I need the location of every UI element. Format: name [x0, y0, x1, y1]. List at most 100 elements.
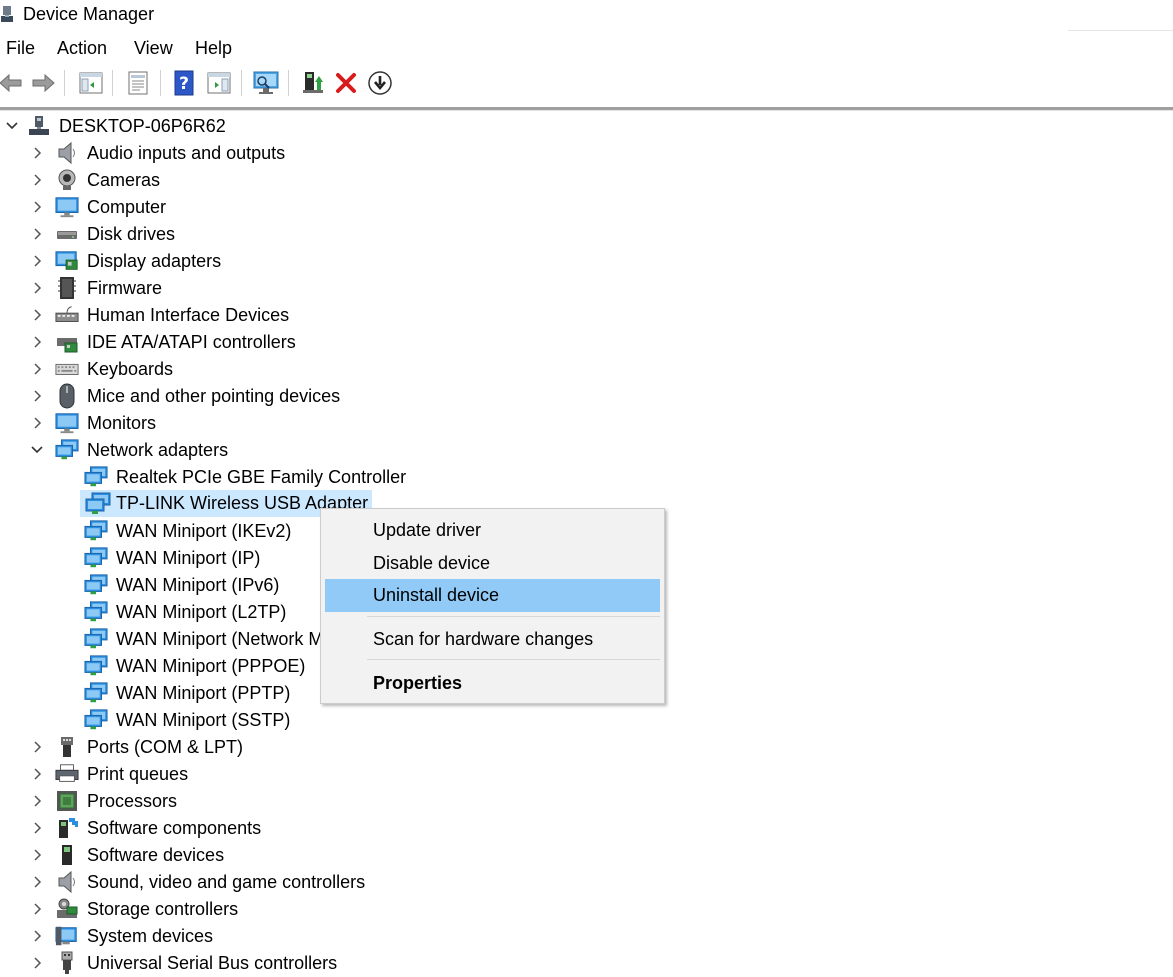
tree-root-label: DESKTOP-06P6R62	[59, 116, 226, 136]
tree-device-item[interactable]: WAN Miniport (Network Monitor)	[0, 625, 374, 652]
back-icon[interactable]	[0, 68, 26, 98]
tree-device-label: Realtek PCIe GBE Family Controller	[116, 467, 407, 487]
chevron-right-icon[interactable]	[30, 389, 44, 403]
menu-help[interactable]: Help	[195, 38, 232, 59]
chevron-right-icon[interactable]	[30, 281, 44, 295]
tree-device-item[interactable]: WAN Miniport (L2TP)	[0, 598, 320, 625]
tree-category[interactable]: Disk drives	[0, 220, 400, 247]
tree-category[interactable]: Software devices	[0, 841, 400, 868]
show-hide-console-tree-icon[interactable]	[76, 68, 106, 98]
tree-device-item[interactable]: WAN Miniport (SSTP)	[0, 706, 320, 733]
properties-icon[interactable]	[123, 68, 153, 98]
network-adapter-icon	[84, 627, 108, 651]
chevron-right-icon[interactable]	[30, 227, 44, 241]
chevron-down-icon[interactable]	[5, 119, 19, 133]
action-pane-icon[interactable]	[204, 68, 234, 98]
chevron-down-icon[interactable]	[30, 443, 44, 457]
display-adapter-icon	[55, 249, 79, 273]
chevron-right-icon[interactable]	[30, 767, 44, 781]
ide-controller-icon	[55, 330, 79, 354]
monitor-icon	[55, 411, 79, 435]
tree-category[interactable]: Ports (COM & LPT)	[0, 733, 400, 760]
menu-item-disable-device[interactable]: Disable device	[325, 547, 660, 580]
help-icon[interactable]: ?	[169, 68, 199, 98]
network-adapter-icon	[84, 519, 108, 543]
keyboard-icon	[55, 357, 79, 381]
menu-item-properties[interactable]: Properties	[325, 667, 660, 700]
camera-icon	[55, 168, 79, 192]
tree-device-label: WAN Miniport (SSTP)	[116, 710, 291, 730]
menu-item-label: Scan for hardware changes	[373, 629, 594, 649]
chevron-right-icon[interactable]	[30, 794, 44, 808]
tree-category[interactable]: System devices	[0, 922, 400, 949]
title-bar: Device Manager	[0, 0, 1173, 31]
menu-item-label: Disable device	[373, 553, 491, 573]
tree-category[interactable]: Universal Serial Bus controllers	[0, 949, 400, 976]
tree-device-item[interactable]: WAN Miniport (PPTP)	[0, 679, 320, 706]
tree-category[interactable]: Display adapters	[0, 247, 400, 274]
chevron-right-icon[interactable]	[30, 200, 44, 214]
chevron-right-icon[interactable]	[30, 173, 44, 187]
tree-category-label: Sound, video and game controllers	[87, 872, 366, 892]
chevron-right-icon[interactable]	[30, 335, 44, 349]
tree-device-item[interactable]: WAN Miniport (PPPOE)	[0, 652, 320, 679]
scan-hardware-icon[interactable]	[251, 68, 281, 98]
system-device-icon	[55, 924, 79, 948]
network-adapter-icon	[84, 681, 108, 705]
tree-category[interactable]: Sound, video and game controllers	[0, 868, 400, 895]
tree-category-label: Network adapters	[87, 440, 229, 460]
disable-device-icon[interactable]	[365, 68, 395, 98]
tree-category[interactable]: Keyboards	[0, 355, 400, 382]
tree-category[interactable]: Mice and other pointing devices	[0, 382, 400, 409]
tree-category[interactable]: Cameras	[0, 166, 400, 193]
software-device-icon	[55, 843, 79, 867]
menu-item-uninstall-device[interactable]: Uninstall device	[325, 579, 660, 612]
chevron-right-icon[interactable]	[30, 146, 44, 160]
toolbar-separator	[112, 70, 113, 96]
tree-category[interactable]: Firmware	[0, 274, 400, 301]
chevron-right-icon[interactable]	[30, 956, 44, 970]
menu-item-label: Update driver	[373, 520, 482, 540]
tree-category[interactable]: Print queues	[0, 760, 400, 787]
chevron-right-icon[interactable]	[30, 416, 44, 430]
menu-view[interactable]: View	[134, 38, 173, 59]
tree-device-label: WAN Miniport (PPPOE)	[116, 656, 306, 676]
tree-category[interactable]: Processors	[0, 787, 400, 814]
tree-category[interactable]: Monitors	[0, 409, 400, 436]
tree-category[interactable]: Computer	[0, 193, 400, 220]
network-adapter-icon	[84, 654, 108, 678]
chevron-right-icon[interactable]	[30, 902, 44, 916]
software-component-icon	[55, 816, 79, 840]
menu-item-update-driver[interactable]: Update driver	[325, 514, 660, 547]
chevron-right-icon[interactable]	[30, 308, 44, 322]
uninstall-device-icon[interactable]	[331, 68, 361, 98]
tree-device-item[interactable]: WAN Miniport (IKEv2)	[0, 517, 320, 544]
tree-device-item[interactable]: WAN Miniport (IPv6)	[0, 571, 320, 598]
chevron-right-icon[interactable]	[30, 254, 44, 268]
menu-action[interactable]: Action	[57, 38, 107, 59]
menu-item-scan-hardware[interactable]: Scan for hardware changes	[325, 623, 660, 656]
tree-category-network-adapters[interactable]: Network adapters	[0, 436, 400, 463]
tree-category[interactable]: Software components	[0, 814, 400, 841]
tree-category-label: Software components	[87, 818, 262, 838]
chevron-right-icon[interactable]	[30, 848, 44, 862]
computer-tower-icon	[27, 114, 51, 138]
network-adapter-icon	[84, 573, 108, 597]
tree-device-item[interactable]: Realtek PCIe GBE Family Controller	[0, 463, 500, 490]
tree-device-item[interactable]: WAN Miniport (IP)	[0, 544, 320, 571]
menu-file[interactable]: File	[6, 38, 35, 59]
chevron-right-icon[interactable]	[30, 929, 44, 943]
chevron-right-icon[interactable]	[30, 875, 44, 889]
chevron-right-icon[interactable]	[30, 740, 44, 754]
tree-category[interactable]: Storage controllers	[0, 895, 400, 922]
usb-icon	[55, 951, 79, 975]
tree-category[interactable]: Audio inputs and outputs	[0, 139, 400, 166]
tree-category[interactable]: Human Interface Devices	[0, 301, 400, 328]
chevron-right-icon[interactable]	[30, 821, 44, 835]
tree-category-label: Disk drives	[87, 224, 176, 244]
update-driver-icon[interactable]	[298, 68, 328, 98]
tree-border-inner	[0, 110, 1173, 111]
forward-icon[interactable]	[28, 68, 58, 98]
tree-category[interactable]: IDE ATA/ATAPI controllers	[0, 328, 400, 355]
chevron-right-icon[interactable]	[30, 362, 44, 376]
